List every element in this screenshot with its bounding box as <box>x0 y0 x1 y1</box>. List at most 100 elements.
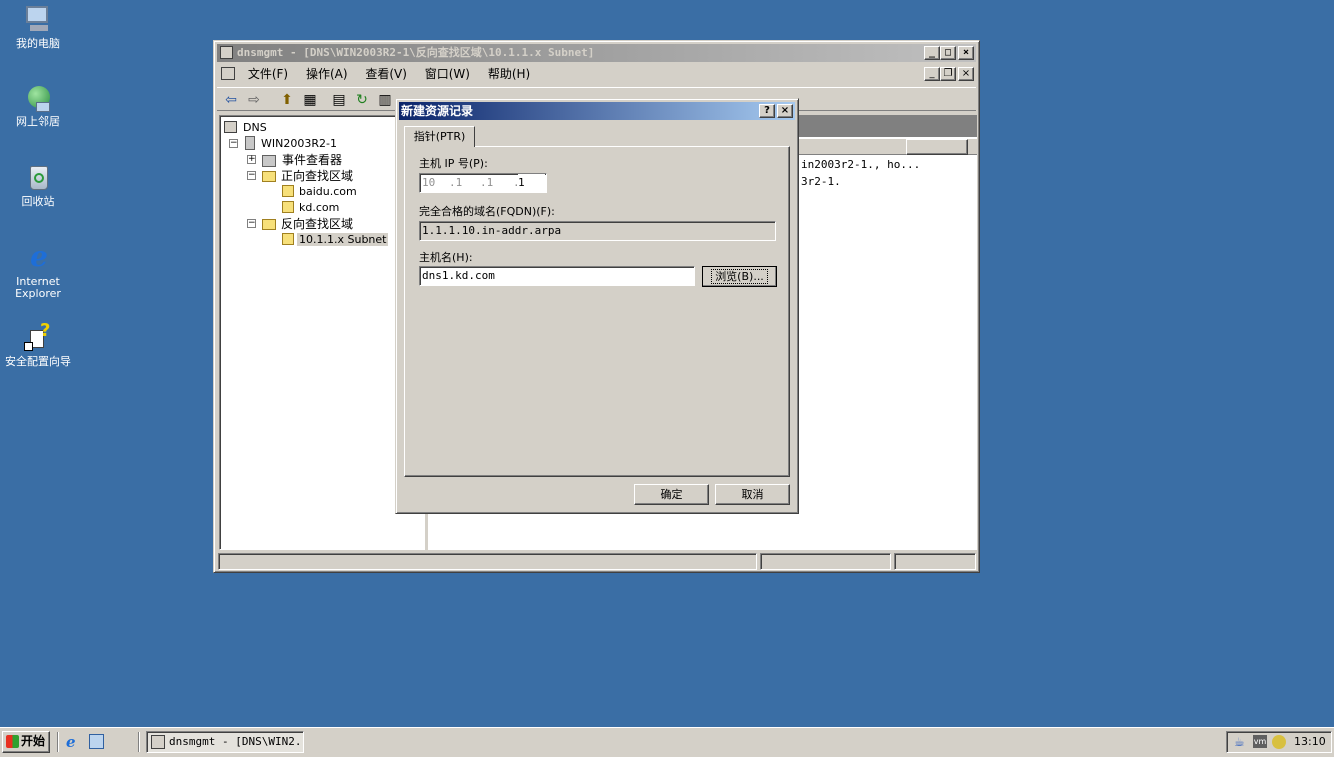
folder-icon <box>262 171 276 182</box>
taskbar-task-dnsmgmt[interactable]: dnsmgmt - [DNS\WIN2... <box>146 731 304 753</box>
child-close-button[interactable]: × <box>958 67 974 81</box>
browse-button-label: 浏览(B)... <box>711 269 768 284</box>
folder-icon <box>262 219 276 230</box>
refresh-icon[interactable]: ↻ <box>354 92 370 108</box>
status-cell <box>218 553 757 570</box>
cancel-button[interactable]: 取消 <box>715 484 790 505</box>
desktop-icon-security-wizard[interactable]: ? ↗ 安全配置向导 <box>0 322 76 368</box>
window-titlebar[interactable]: dnsmgmt - [DNS\WIN2003R2-1\反向查找区域\10.1.1… <box>217 44 976 62</box>
network-tray-icon[interactable] <box>1272 735 1286 749</box>
back-arrow-icon[interactable]: ⇦ <box>223 92 239 108</box>
taskbar: 开始 e dnsmgmt - [DNS\WIN2... ☕ vm 13:10 <box>0 727 1334 757</box>
network-globe-icon <box>22 82 54 114</box>
ip-octet-2: .1 <box>449 176 463 189</box>
show-desktop-icon[interactable] <box>89 734 104 749</box>
ip-label: 主机 IP 号(P): <box>419 157 488 170</box>
taskbar-separator <box>138 732 140 752</box>
window-title: dnsmgmt - [DNS\WIN2003R2-1\反向查找区域\10.1.1… <box>237 46 595 59</box>
desktop-icon-label: 安全配置向导 <box>5 355 71 368</box>
tree-node-zone-baidu[interactable]: baidu.com <box>282 184 359 200</box>
maximize-button[interactable]: □ <box>940 46 956 60</box>
menu-action[interactable]: 操作(A) <box>299 64 355 84</box>
desktop-icon-network[interactable]: 网上邻居 <box>0 82 76 128</box>
status-bar <box>217 552 976 571</box>
dns-console-icon <box>220 46 233 59</box>
new-resource-record-dialog[interactable]: 新建资源记录 ? × 指针(PTR) 主机 IP 号(P): 10 .1 .1 … <box>395 98 799 514</box>
desktop-icon-recycle-bin[interactable]: 回收站 <box>0 162 76 208</box>
desktop-icon-label: 回收站 <box>21 195 55 208</box>
host-label: 主机名(H): <box>419 251 473 264</box>
menu-bar: 文件(F) 操作(A) 查看(V) 窗口(W) 帮助(H) _ ❐ × <box>217 64 976 84</box>
child-restore-button[interactable]: ❐ <box>940 67 956 81</box>
tree-node-event-viewer[interactable]: 事件查看器 <box>262 152 344 168</box>
close-button[interactable]: × <box>958 46 974 60</box>
start-label: 开始 <box>21 734 46 748</box>
desktop-icon-label: Internet Explorer <box>15 275 61 300</box>
dialog-close-button[interactable]: × <box>777 104 793 118</box>
menu-file[interactable]: 文件(F) <box>241 64 295 84</box>
taskbar-separator <box>57 732 59 752</box>
desktop-icon-internet-explorer[interactable]: e Internet Explorer <box>0 242 76 300</box>
minimize-button[interactable]: _ <box>924 46 940 60</box>
list-item[interactable]: 3r2-1. <box>801 175 841 188</box>
windows-logo-icon <box>6 735 19 748</box>
mmc-doc-icon <box>221 67 235 80</box>
list-item[interactable]: in2003r2-1., ho... <box>801 158 920 171</box>
clock: 13:10 <box>1294 735 1326 748</box>
start-button[interactable]: 开始 <box>2 731 50 753</box>
desktop-icon-label: 网上邻居 <box>16 115 60 128</box>
child-minimize-button[interactable]: _ <box>924 67 940 81</box>
ie-quicklaunch-icon[interactable]: e <box>66 734 82 750</box>
desktop-icon-my-computer[interactable]: 我的电脑 <box>0 4 76 50</box>
dns-icon <box>224 121 237 133</box>
tree-node-subnet-selected[interactable]: 10.1.1.x Subnet <box>282 232 389 248</box>
ok-button[interactable]: 确定 <box>634 484 709 505</box>
properties-icon[interactable]: ▤ <box>331 92 347 108</box>
ip-octet-3: .1 <box>480 176 494 189</box>
up-folder-icon[interactable]: ⬆ <box>279 92 295 108</box>
zone-icon <box>282 185 294 197</box>
collapse-forward-zones-toggle[interactable]: − <box>247 171 256 180</box>
recycle-bin-icon <box>22 162 54 194</box>
tree-node-zone-kd[interactable]: kd.com <box>282 200 341 216</box>
tab-panel: 主机 IP 号(P): 10 .1 .1 . 1 完全合格的域名(FQDN)(F… <box>404 146 790 477</box>
system-tray: ☕ vm 13:10 <box>1226 731 1332 753</box>
tree-node-forward-zones[interactable]: 正向查找区域 <box>262 168 355 184</box>
event-viewer-icon <box>262 155 276 167</box>
security-wizard-icon: ? ↗ <box>24 320 51 351</box>
forward-arrow-icon[interactable]: ⇨ <box>246 92 262 108</box>
tree-node-server[interactable]: WIN2003R2-1 <box>245 136 339 152</box>
dialog-title: 新建资源记录 <box>401 104 474 118</box>
show-tree-icon[interactable]: ▦ <box>302 92 318 108</box>
status-cell <box>894 553 976 570</box>
browse-button[interactable]: 浏览(B)... <box>702 266 777 287</box>
tree-node-dns[interactable]: DNS <box>224 120 269 136</box>
dialog-titlebar[interactable]: 新建资源记录 ? × <box>399 102 795 120</box>
desktop-icon-label: 我的电脑 <box>16 37 60 50</box>
menu-help[interactable]: 帮助(H) <box>481 64 537 84</box>
collapse-reverse-zones-toggle[interactable]: − <box>247 219 256 228</box>
server-icon <box>245 136 255 150</box>
tab-ptr[interactable]: 指针(PTR) <box>404 126 475 147</box>
fqdn-field[interactable]: 1.1.1.10.in-addr.arpa <box>419 221 776 241</box>
ip-octet-4-input[interactable]: 1 <box>518 174 545 191</box>
ip-address-field[interactable]: 10 .1 .1 . 1 <box>419 173 547 193</box>
menu-window[interactable]: 窗口(W) <box>418 64 477 84</box>
ip-octet-1: 10 <box>422 176 436 189</box>
host-name-input[interactable]: dns1.kd.com <box>419 266 695 286</box>
collapse-server-toggle[interactable]: − <box>229 139 238 148</box>
export-list-icon[interactable]: ▥ <box>377 92 393 108</box>
vmware-tray-icon[interactable]: vm <box>1253 735 1267 748</box>
zone-icon <box>282 233 294 245</box>
column-header[interactable] <box>906 139 968 155</box>
dns-console-icon <box>151 735 165 749</box>
task-label: dnsmgmt - [DNS\WIN2... <box>169 735 304 748</box>
tree-node-reverse-zones[interactable]: 反向查找区域 <box>262 216 355 232</box>
expand-event-viewer-toggle[interactable]: + <box>247 155 256 164</box>
help-button[interactable]: ? <box>759 104 775 118</box>
status-cell <box>760 553 891 570</box>
java-tray-icon[interactable]: ☕ <box>1234 735 1248 749</box>
zone-icon <box>282 201 294 213</box>
menu-view[interactable]: 查看(V) <box>358 64 414 84</box>
computer-icon <box>22 4 54 36</box>
